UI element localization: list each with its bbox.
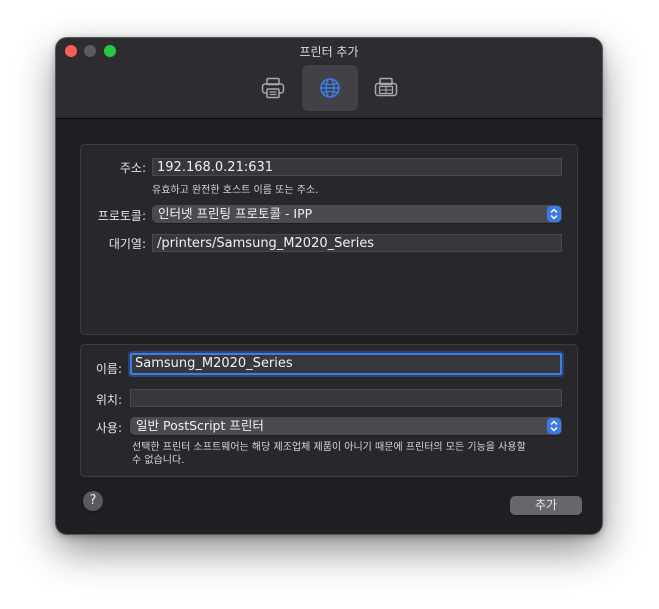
protocol-popup-value: 인터넷 프린팅 프로토콜 - IPP <box>158 206 313 221</box>
name-field[interactable]: Samsung_M2020_Series <box>130 353 562 375</box>
chevron-updown-icon <box>547 418 561 434</box>
add-printer-window: 프린터 추가 주소: 192.168.0.21:631 유효하고 완전한 호스트… <box>56 38 602 534</box>
address-field[interactable]: 192.168.0.21:631 <box>152 158 562 176</box>
name-label: 이름: <box>95 362 122 376</box>
queue-field[interactable]: /printers/Samsung_M2020_Series <box>152 234 562 252</box>
address-label: 주소: <box>119 161 146 175</box>
address-hint: 유효하고 완전한 호스트 이름 또는 주소. <box>152 185 319 196</box>
driver-hint: 선택한 프린터 소프트웨어는 해당 제조업체 제품이 아니기 때문에 프린터의 … <box>132 441 552 467</box>
driver-popup-value: 일반 PostScript 프린터 <box>136 418 264 433</box>
add-button[interactable]: 추가 <box>510 496 582 515</box>
printer-windows-icon <box>374 77 398 97</box>
driver-popup[interactable]: 일반 PostScript 프린터 <box>130 417 562 435</box>
queue-label: 대기열: <box>108 237 146 251</box>
printer-icon <box>261 77 285 99</box>
toolbar-default-printer-button[interactable] <box>245 65 301 111</box>
driver-hint-line-1: 선택한 프린터 소프트웨어는 해당 제조업체 제품이 아니기 때문에 프린터의 … <box>132 442 526 453</box>
use-label: 사용: <box>95 421 122 435</box>
toolbar-windows-printer-button[interactable] <box>358 65 414 111</box>
location-field[interactable] <box>130 389 562 407</box>
location-label: 위치: <box>95 393 122 407</box>
protocol-popup[interactable]: 인터넷 프린팅 프로토콜 - IPP <box>152 205 562 223</box>
toolbar-ip-printer-button[interactable] <box>302 65 358 111</box>
globe-icon <box>320 78 340 98</box>
chevron-updown-icon <box>547 206 561 222</box>
protocol-label: 프로토콜: <box>97 209 146 223</box>
help-button[interactable]: ? <box>83 491 103 511</box>
driver-hint-line-2: 수 없습니다. <box>132 455 185 466</box>
titlebar: 프린터 추가 <box>56 38 602 119</box>
window-title: 프린터 추가 <box>299 45 359 59</box>
